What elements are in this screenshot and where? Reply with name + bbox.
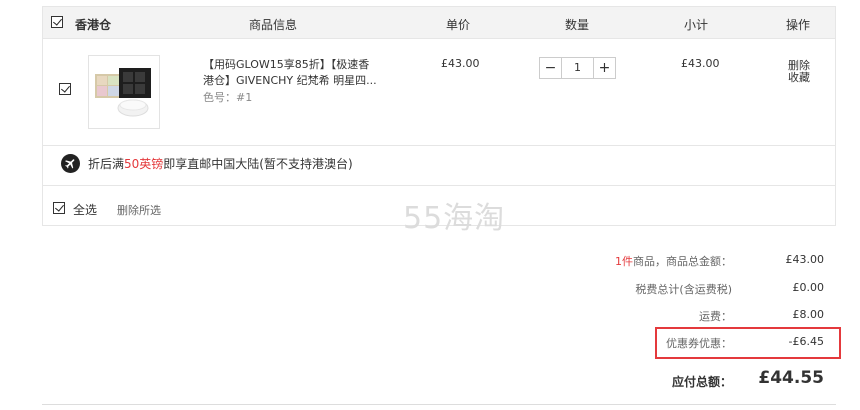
coupon-label: 优惠券优惠： [666,337,732,350]
warehouse-checkbox[interactable] [51,16,63,28]
divider [43,145,835,146]
total-value: £44.55 [758,368,824,388]
warehouse-label: 香港仓 [75,18,112,32]
shipping-prefix: 折后满 [88,156,125,171]
select-all-checkbox[interactable] [53,202,65,214]
col-subtotal-header: 小计 [684,18,709,32]
shipping-suffix: 即享直邮中国大陆(暂不支持港澳台) [163,156,353,171]
tax-label: 税费总计(含运费税) [635,283,732,296]
col-product-header: 商品信息 [249,18,298,32]
product-name-link[interactable]: 【用码GLOW15享85折】【极速香港仓】GIVENCHY 纪梵希 明星四... [203,57,378,89]
cart-header: 香港仓 商品信息 单价 数量 小计 操作 [43,7,835,39]
col-qty-header: 数量 [565,18,590,32]
qty-minus-button[interactable]: − [540,58,562,78]
col-price-header: 单价 [446,18,471,32]
quantity-stepper: − 1 + [539,57,616,79]
goods-total-label: 商品，商品总金额： [633,255,732,268]
tax-value: £0.00 [792,281,825,294]
total-label: 应付总额： [671,375,732,389]
shipping-fee-label: 运费： [699,310,732,323]
watermark-logo: 55海淘 [403,201,506,236]
col-action-header: 操作 [786,18,811,32]
shipping-threshold: 50英镑 [124,156,164,171]
coupon-value: -£6.45 [788,335,824,348]
shipping-fee-value: £8.00 [792,308,825,321]
delete-selected-link[interactable]: 删除所选 [117,202,161,218]
item-subtotal: £43.00 [681,57,720,70]
cart-panel: 香港仓 商品信息 单价 数量 小计 操作 【用码GLOW15享85折】【极速香港… [42,6,836,236]
goods-total-value: £43.00 [785,253,825,266]
favorite-item-link[interactable]: 收藏 [788,69,810,85]
product-spec: 色号：#1 [203,91,253,104]
unit-price: £43.00 [441,57,480,70]
plane-icon [61,153,80,173]
shipping-notice: 折后满 50英镑 即享直邮中国大陆(暂不支持港澳台) [61,153,353,173]
goods-summary-label: 1件商品，商品总金额： [615,253,732,269]
item-count: 1件 [615,255,633,268]
product-thumbnail[interactable] [88,55,160,129]
qty-plus-button[interactable]: + [593,58,615,78]
select-all-label[interactable]: 全选 [73,201,97,218]
item-checkbox[interactable] [59,83,71,95]
divider [43,185,835,186]
qty-input[interactable]: 1 [562,58,593,78]
bottom-divider [42,404,836,405]
